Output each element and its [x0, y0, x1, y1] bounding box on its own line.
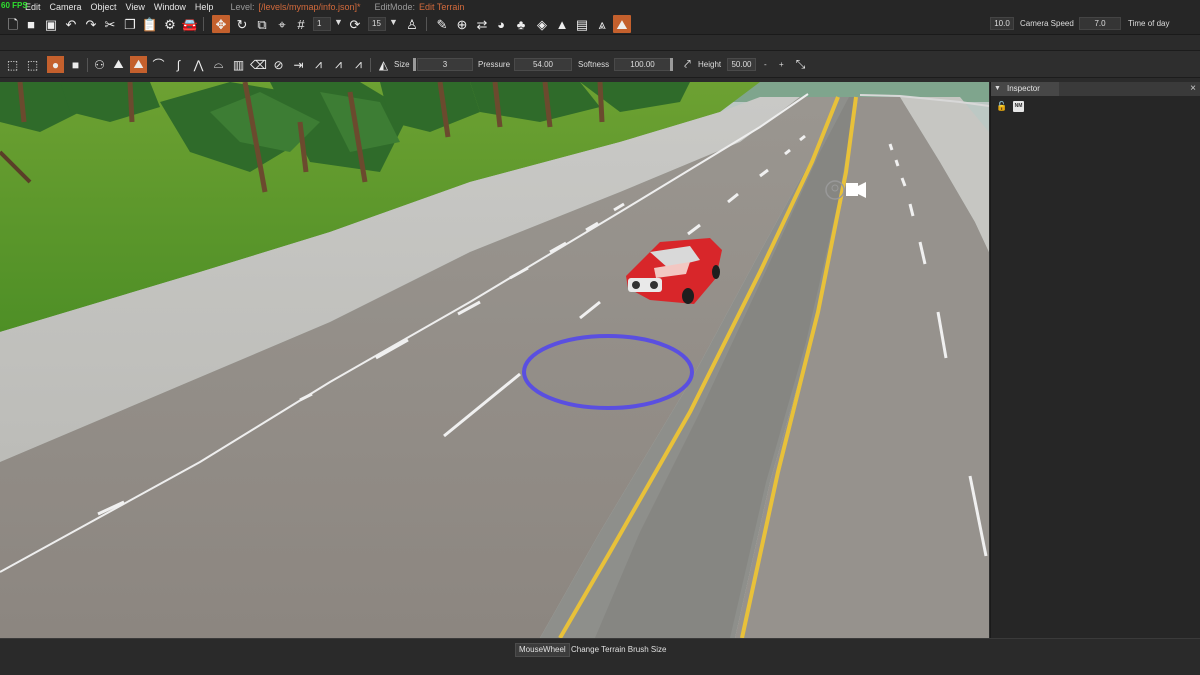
toolbar-divider	[203, 17, 204, 31]
menu-camera[interactable]: Camera	[50, 2, 82, 12]
new-file-icon[interactable]: 🗋	[4, 15, 22, 33]
select-brush-alt-icon[interactable]: ⬚	[24, 56, 41, 73]
height-input[interactable]: 50.00	[727, 58, 756, 71]
hole-icon[interactable]: ⊘	[270, 56, 287, 73]
menu-object[interactable]: Object	[91, 2, 117, 12]
grid-icon[interactable]: #	[292, 15, 310, 33]
height-icon: ⤤	[684, 57, 691, 71]
person-outline-icon[interactable]: ⚇	[91, 56, 108, 73]
height-increment[interactable]: +	[779, 60, 784, 69]
move-icon[interactable]: ✥	[212, 15, 230, 33]
menu-view[interactable]: View	[126, 2, 145, 12]
vehicle-icon[interactable]: 🚘	[181, 15, 199, 33]
toolbar-divider	[370, 58, 371, 72]
height-decrement[interactable]: -	[764, 60, 767, 69]
mountain-c-icon[interactable]: ⩘	[350, 56, 367, 73]
chevron-down-icon[interactable]: ▼	[334, 17, 343, 27]
editmode-label: EditMode:	[374, 2, 416, 12]
close-icon[interactable]: ×	[1190, 83, 1196, 95]
noise-icon[interactable]: ⋀	[190, 56, 207, 73]
eraser-icon[interactable]: ⌫	[250, 56, 267, 73]
raise-height-icon[interactable]: ⛰	[110, 56, 127, 73]
cut-icon[interactable]: ✂	[101, 15, 119, 33]
grid-snap-field[interactable]: 1	[313, 17, 331, 31]
hint-text: Change Terrain Brush Size	[571, 645, 667, 654]
toolbar-divider	[426, 17, 427, 31]
pressure-label: Pressure	[478, 60, 511, 69]
terrain-paint-icon[interactable]: ▲	[553, 15, 571, 33]
copy-icon[interactable]: ❐	[121, 15, 139, 33]
decal-road-icon[interactable]: ▤	[573, 15, 591, 33]
editmode-value: Edit Terrain	[419, 2, 465, 12]
inspector-tabbar: ▼ Inspector ×	[991, 82, 1200, 96]
time-of-day-field[interactable]: 7.0	[1079, 17, 1121, 30]
menu-window[interactable]: Window	[154, 2, 186, 12]
rotate-icon[interactable]: ↻	[233, 15, 251, 33]
status-bar: MouseWheel Change Terrain Brush Size	[0, 638, 1200, 675]
mesh-icon[interactable]: ◈	[533, 15, 551, 33]
road-icon[interactable]: ⇄	[473, 15, 491, 33]
time-of-day-label: Time of day	[1128, 19, 1170, 28]
paste-icon[interactable]: 📋	[141, 15, 159, 33]
pressure-input[interactable]: 54.00	[514, 58, 572, 71]
3d-viewport[interactable]	[0, 82, 989, 638]
scale-icon[interactable]: ⧉	[253, 15, 271, 33]
pick-height-icon[interactable]: ⤡	[792, 56, 809, 73]
level-label: Level:	[230, 2, 255, 12]
camera-speed-label: Camera Speed	[1020, 19, 1074, 28]
slope-icon[interactable]: ∫	[170, 56, 187, 73]
level-path: [/levels/mymap/info.json]*	[258, 2, 361, 12]
terrain-brush-toolbar: ⬚ ⬚ ● ■ ⚇ ⛰ ⛰ ⌒ ∫ ⋀ ⌓ ▥ ⌫ ⊘ ⇥ ⩘ ⩘ ⩘ ◭ Si…	[0, 50, 1200, 78]
add-icon[interactable]: ⊕	[453, 15, 471, 33]
round-brush-icon[interactable]: ●	[47, 56, 64, 73]
select-brush-icon[interactable]: ⬚	[4, 56, 21, 73]
square-brush-icon[interactable]: ■	[67, 56, 84, 73]
smooth-icon[interactable]: ⌒	[150, 56, 167, 73]
inspector-panel: ▼ Inspector × 🔓 NM	[990, 82, 1200, 638]
redo-icon[interactable]: ↷	[82, 15, 100, 33]
menu-help[interactable]: Help	[195, 2, 214, 12]
softness-label: Softness	[578, 60, 610, 69]
terrain-edit-icon[interactable]: ⛰	[613, 15, 631, 33]
size-label: Size	[394, 60, 410, 69]
rotate-snap-icon[interactable]: ⟳	[346, 15, 364, 33]
inspector-title: Inspector	[1007, 84, 1040, 93]
pencil-icon[interactable]: ✎	[433, 15, 451, 33]
size-slider-handle[interactable]	[413, 58, 416, 71]
camera-speed-field[interactable]: 10.0	[990, 17, 1014, 30]
lock-icon[interactable]: 🔓	[996, 101, 1007, 112]
softness-slider-handle[interactable]	[670, 58, 673, 71]
perspective-road-icon[interactable]: ⩓	[593, 15, 611, 33]
brush-size-icon: ◭	[378, 57, 389, 72]
mountain-b-icon[interactable]: ⩘	[330, 56, 347, 73]
rotate-snap-field[interactable]: 15	[368, 17, 386, 31]
fps-counter: 60 FPS	[1, 1, 28, 10]
lower-height-icon[interactable]: ⛰	[130, 56, 147, 73]
softness-input[interactable]: 100.00	[614, 58, 671, 71]
panel-menu-icon[interactable]: ▼	[994, 85, 1002, 93]
settings-icon[interactable]: ⚙	[161, 15, 179, 33]
mountain-a-icon[interactable]: ⩘	[310, 56, 327, 73]
set-height-icon[interactable]: ⇥	[290, 56, 307, 73]
inspector-tab[interactable]: ▼ Inspector	[991, 82, 1059, 96]
toolbar-divider	[87, 58, 88, 72]
save-icon[interactable]: ▣	[42, 15, 60, 33]
height-label: Height	[698, 60, 722, 69]
open-folder-icon[interactable]: ■	[22, 15, 40, 33]
name-toggle-icon[interactable]: NM	[1013, 101, 1024, 112]
ruler-icon[interactable]: ▥	[230, 56, 247, 73]
scene	[0, 82, 989, 638]
person-icon[interactable]: ♙	[403, 15, 421, 33]
chevron-down-icon[interactable]: ▼	[389, 17, 398, 27]
undo-icon[interactable]: ↶	[62, 15, 80, 33]
shape-icon[interactable]: ◕	[492, 15, 510, 33]
snap-icon[interactable]: ⌖	[273, 15, 291, 33]
inspector-icons: 🔓 NM	[996, 101, 1024, 112]
hint-key: MouseWheel	[515, 643, 570, 657]
size-input[interactable]: 3	[417, 58, 473, 71]
flatten-icon[interactable]: ⌓	[210, 56, 227, 73]
forest-icon[interactable]: ♣	[512, 15, 530, 33]
menu-bar: 60 FPS Edit Camera Object View Window He…	[0, 0, 1200, 14]
